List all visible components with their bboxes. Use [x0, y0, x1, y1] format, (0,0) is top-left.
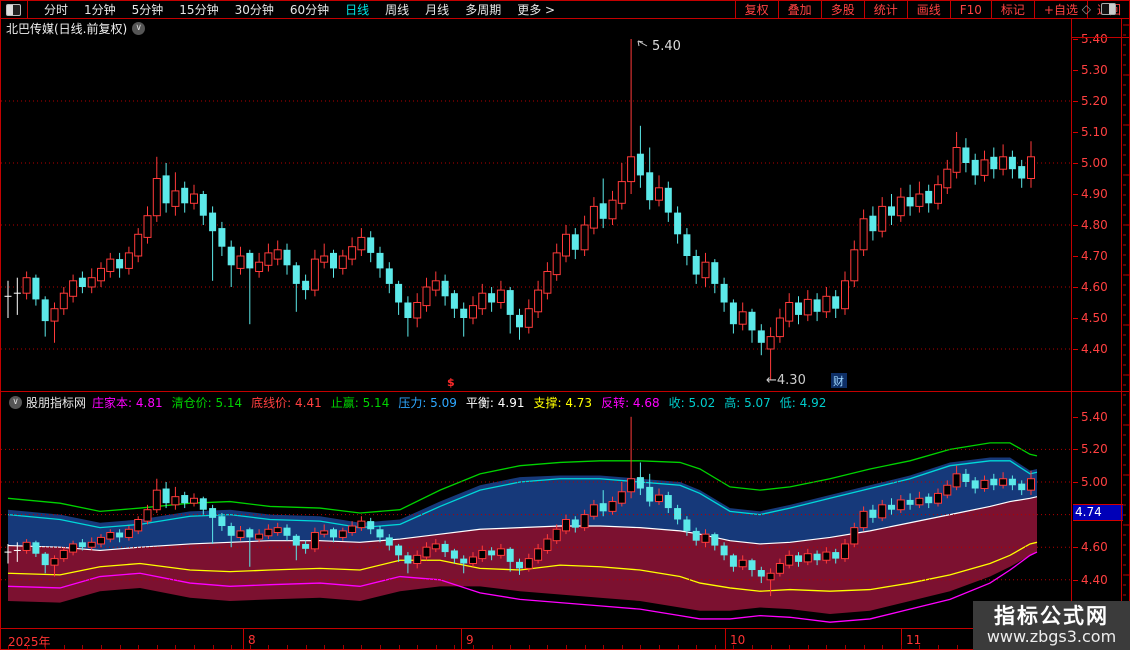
indicator-field-压力: 压力: 5.09 — [398, 396, 457, 410]
indicator-values: 庄家本: 4.81 清仓价: 5.14 底线价: 4.41 止赢: 5.14 压力: 5… — [92, 394, 835, 411]
svg-text:←4.30: ←4.30 — [766, 373, 806, 388]
indicator-field-底线价: 底线价: 4.41 — [251, 396, 322, 410]
month-separator — [243, 629, 244, 649]
indicator-field-高: 高: 5.07 — [724, 396, 771, 410]
axis-tick — [1073, 70, 1078, 71]
trading-app-window: 分时1分钟5分钟15分钟30分钟60分钟日线周线月线多周期更多 > 复权叠加多股… — [0, 0, 1130, 650]
menu-item-15分钟[interactable]: 15分钟 — [171, 1, 226, 18]
month-separator — [725, 629, 726, 649]
indicator-field-清仓价: 清仓价: 5.14 — [172, 396, 243, 410]
titlebar: 北巴传媒(日线.前复权) ∨ — [0, 19, 1076, 37]
watermark-url: www.zbgs3.com — [987, 628, 1116, 646]
month-separator — [461, 629, 462, 649]
main-axis-label: 4.90 — [1081, 187, 1121, 201]
axis-tick — [1073, 256, 1078, 257]
frame-line — [0, 391, 1130, 392]
indicator-field-反转: 反转: 4.68 — [601, 396, 660, 410]
sub-axis-label: 4.60 — [1081, 540, 1121, 554]
svg-text:$: $ — [447, 376, 455, 389]
menu-item-分时[interactable]: 分时 — [36, 1, 76, 18]
frame-line — [0, 18, 1130, 19]
svg-text:5.40: 5.40 — [652, 39, 681, 54]
main-axis-label: 5.40 — [1081, 32, 1121, 46]
axis-tick — [1073, 287, 1078, 288]
axis-tick — [1073, 39, 1078, 40]
sub-axis-label: 5.00 — [1081, 475, 1121, 489]
frame-line — [0, 628, 1130, 629]
main-axis-label: 5.20 — [1081, 94, 1121, 108]
frame-line — [0, 0, 1, 650]
indicator-field-止赢: 止赢: 5.14 — [331, 396, 390, 410]
watermark-title: 指标公式网 — [994, 605, 1109, 628]
menubar: 分时1分钟5分钟15分钟30分钟60分钟日线周线月线多周期更多 > 复权叠加多股… — [0, 1, 1130, 18]
axis-tick — [1073, 417, 1078, 418]
menu-item-多周期[interactable]: 多周期 — [457, 1, 509, 18]
watermark: 指标公式网 www.zbgs3.com — [973, 601, 1130, 650]
toolbar-item-+自选[interactable]: +自选 — [1034, 1, 1087, 18]
axis-tick — [1073, 547, 1078, 548]
menu-item-30分钟[interactable]: 30分钟 — [227, 1, 282, 18]
main-axis-label: 4.40 — [1081, 342, 1121, 356]
indicator-band-chart[interactable] — [0, 413, 1072, 628]
sub-axis-label: 4.40 — [1081, 573, 1121, 587]
menu-item-1分钟[interactable]: 1分钟 — [76, 1, 124, 18]
axis-tick — [1073, 449, 1078, 450]
menu-item-60分钟[interactable]: 60分钟 — [282, 1, 337, 18]
indicator-field-支撑: 支撑: 4.73 — [533, 396, 592, 410]
toolbar-item-F10[interactable]: F10 — [950, 1, 991, 18]
main-axis-label: 4.50 — [1081, 311, 1121, 325]
axis-tick — [1073, 318, 1078, 319]
toolbar-item-画线[interactable]: 画线 — [907, 1, 950, 18]
menu-item-日线[interactable]: 日线 — [337, 1, 377, 18]
indicator-field-庄家本: 庄家本: 4.81 — [92, 396, 163, 410]
toolbar-item-复权[interactable]: 复权 — [735, 1, 778, 18]
indicator-source-label: 股朋指标网 — [26, 394, 86, 411]
indicator-chevron-down-icon[interactable]: ∨ — [9, 396, 22, 409]
axis-tick — [1073, 580, 1078, 581]
main-axis-label: 4.70 — [1081, 249, 1121, 263]
toolbar-item-统计[interactable]: 统计 — [864, 1, 907, 18]
indicator-field-低: 低: 4.92 — [780, 396, 827, 410]
indicator-field-收: 收: 5.02 — [669, 396, 716, 410]
axis-tick — [1073, 482, 1078, 483]
layout-toggle-button[interactable] — [0, 1, 28, 18]
toolbar-item-叠加[interactable]: 叠加 — [778, 1, 821, 18]
frame-line — [0, 0, 1130, 1]
menu-item-5分钟[interactable]: 5分钟 — [124, 1, 172, 18]
title-chevron-down-icon[interactable]: ∨ — [132, 22, 145, 35]
indicator-header: ∨ 股朋指标网 庄家本: 4.81 清仓价: 5.14 底线价: 4.41 止赢: 5… — [0, 393, 1074, 412]
sub-axis-label: 5.40 — [1081, 410, 1121, 424]
axis-tick — [1073, 163, 1078, 164]
main-axis-label: 5.00 — [1081, 156, 1121, 170]
diamond-icon[interactable]: ◇ — [1082, 2, 1091, 16]
svg-text:财: 财 — [833, 374, 844, 388]
menu-item-更多 >[interactable]: 更多 > — [509, 1, 563, 18]
titlebar-icons: ◇ — [1082, 2, 1116, 16]
menu-item-周线[interactable]: 周线 — [377, 1, 417, 18]
menu-item-月线[interactable]: 月线 — [417, 1, 457, 18]
toolbar-item-标记[interactable]: 标记 — [991, 1, 1034, 18]
indicator-field-平衡: 平衡: 4.91 — [466, 396, 525, 410]
main-candlestick-chart[interactable]: 5.40 ←4.30 $ 财 — [0, 38, 1072, 390]
main-axis-label: 5.10 — [1081, 125, 1121, 139]
layout-icon — [6, 4, 21, 16]
toolbar-item-多股[interactable]: 多股 — [821, 1, 864, 18]
axis-tick — [1073, 132, 1078, 133]
axis-tick — [1073, 194, 1078, 195]
chart-title: 北巴传媒(日线.前复权) — [6, 20, 127, 37]
axis-tick — [1073, 225, 1078, 226]
panel-layout-icon[interactable] — [1101, 3, 1116, 15]
axis-tick — [1073, 349, 1078, 350]
toolbar-menu: 复权叠加多股统计画线F10标记+自选返回 — [735, 1, 1130, 18]
frame-line — [1121, 19, 1122, 650]
main-axis-label: 5.30 — [1081, 63, 1121, 77]
period-menu: 分时1分钟5分钟15分钟30分钟60分钟日线周线月线多周期更多 > — [28, 1, 735, 18]
main-axis-label: 4.60 — [1081, 280, 1121, 294]
axis-tick — [1073, 101, 1078, 102]
sub-axis-label: 5.20 — [1081, 442, 1121, 456]
main-axis-label: 4.80 — [1081, 218, 1121, 232]
frame-line — [1071, 19, 1072, 650]
current-price-tag: 4.74 — [1073, 504, 1123, 521]
